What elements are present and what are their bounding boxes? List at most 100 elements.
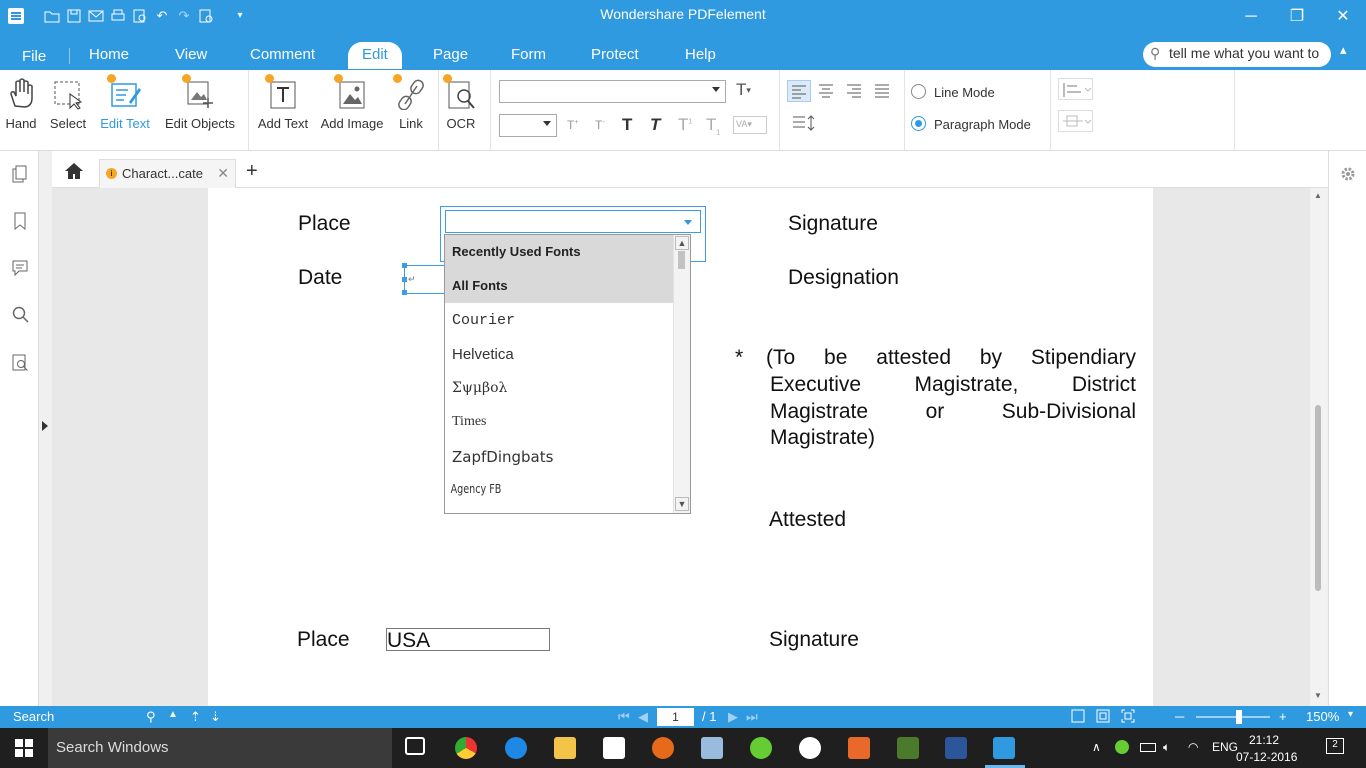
align-left-button[interactable] (787, 80, 811, 102)
subscript-icon[interactable]: T1 (706, 115, 720, 136)
battery-icon[interactable] (1140, 743, 1156, 752)
place-field[interactable]: USA (386, 628, 550, 652)
font-list-scroll-thumb[interactable] (678, 251, 685, 269)
arrow-up-icon[interactable]: ⇡ (190, 709, 201, 725)
page-search-icon[interactable] (10, 353, 30, 373)
paragraph-mode-radio[interactable] (911, 116, 926, 131)
font-name-combo[interactable] (499, 80, 726, 103)
search-icon[interactable]: ⚲ (146, 709, 156, 725)
document-tab[interactable]: i Charact...cate ✕ (99, 159, 236, 188)
resize-handle[interactable] (402, 277, 407, 282)
minimize-icon[interactable]: ─ (1228, 0, 1274, 34)
scroll-up-icon[interactable]: ▲ (675, 236, 689, 250)
menu-file[interactable]: File (22, 48, 46, 65)
bookmark-icon[interactable] (10, 211, 30, 231)
line-spacing-icon[interactable] (791, 113, 825, 135)
chevron-down-icon[interactable] (684, 220, 692, 225)
windows-search-input[interactable]: Search Windows (48, 728, 392, 768)
edit-objects-tool-button[interactable]: Edit Objects (160, 74, 240, 131)
menu-help[interactable]: Help (685, 46, 716, 63)
zoom-dropdown-icon[interactable]: ▾ (1348, 709, 1353, 720)
search-icon[interactable] (10, 305, 30, 325)
add-text-tool-button[interactable]: Add Text (254, 74, 312, 131)
zoom-slider-thumb[interactable] (1236, 710, 1242, 724)
superscript-icon[interactable]: T1 (678, 115, 692, 135)
tray-app-icon[interactable] (1115, 740, 1129, 754)
hp-icon[interactable] (799, 737, 821, 759)
font-dropdown-list[interactable]: Recently Used Fonts All Fonts Courier He… (444, 234, 691, 514)
object-distribute-button[interactable] (1058, 110, 1093, 132)
menu-home[interactable]: Home (89, 46, 129, 63)
hand-tool-button[interactable]: Hand (4, 76, 38, 131)
fit-width-icon[interactable] (1096, 709, 1110, 726)
menu-comment[interactable]: Comment (250, 46, 315, 63)
increase-font-icon[interactable]: T+ (567, 118, 578, 132)
decrease-font-icon[interactable]: T- (595, 118, 605, 132)
pdfelement-icon[interactable] (993, 737, 1015, 759)
android-studio-icon[interactable] (750, 737, 772, 759)
scroll-down-icon[interactable]: ▼ (1314, 691, 1322, 700)
first-page-icon[interactable]: ⏮ (618, 709, 630, 725)
clock-time[interactable]: 21:12 (1249, 733, 1279, 747)
font-option-agency-fb[interactable]: Agency FB (445, 473, 627, 507)
font-option-times[interactable]: Times (445, 405, 673, 439)
zoom-in-icon[interactable]: + (1279, 709, 1287, 724)
clock-date[interactable]: 07-12-2016 (1236, 750, 1297, 764)
zoom-level[interactable]: 150% (1306, 709, 1339, 724)
font-option-courier[interactable]: Courier (445, 303, 673, 337)
font-size-combo[interactable] (499, 114, 557, 137)
restore-icon[interactable]: ❐ (1274, 0, 1320, 34)
thumbnails-icon[interactable] (10, 165, 30, 185)
vertical-scrollbar[interactable]: ▲ ▼ (1310, 188, 1327, 706)
expand-panel-icon[interactable] (40, 419, 50, 439)
font-list-scrollbar[interactable]: ▲ ▼ (673, 235, 690, 513)
dreamweaver-icon[interactable] (897, 737, 919, 759)
edge-icon[interactable] (505, 737, 527, 759)
italic-icon[interactable]: T (650, 115, 660, 135)
menu-view[interactable]: View (175, 46, 207, 63)
link-tool-button[interactable]: Link (393, 74, 428, 131)
menu-form[interactable]: Form (511, 46, 546, 63)
character-spacing-icon[interactable]: VA▾ (733, 116, 767, 134)
scroll-thumb[interactable] (1315, 405, 1321, 591)
next-page-icon[interactable]: ▶ (728, 709, 738, 725)
matlab-icon[interactable] (848, 737, 870, 759)
volume-icon[interactable]: 🔈︎ (1163, 740, 1170, 755)
text-edit-box[interactable]: ↵ (402, 263, 446, 295)
store-icon[interactable] (603, 737, 625, 759)
menu-protect[interactable]: Protect (591, 46, 639, 63)
language-indicator[interactable]: ENG (1212, 740, 1238, 754)
fit-page-icon[interactable] (1121, 709, 1135, 726)
zoom-slider[interactable] (1196, 710, 1270, 724)
page-number-input[interactable]: 1 (657, 708, 694, 726)
status-search-label[interactable]: Search (13, 709, 54, 724)
text-color-icon[interactable]: T▾ (736, 80, 751, 100)
previous-page-icon[interactable]: ◀ (638, 709, 648, 725)
align-right-button[interactable] (843, 80, 867, 102)
font-combo-input[interactable] (445, 210, 701, 233)
single-page-view-icon[interactable] (1071, 709, 1085, 726)
object-align-button[interactable] (1058, 78, 1093, 100)
chrome-icon[interactable] (455, 737, 477, 759)
font-option-zapfdingbats[interactable]: ZapfDingbats (445, 439, 673, 473)
menu-edit[interactable]: Edit (348, 42, 402, 69)
tell-me-search-input[interactable]: ⚲ tell me what you want to (1143, 42, 1331, 67)
edit-text-tool-button[interactable]: Edit Text (96, 74, 154, 131)
scroll-up-icon[interactable]: ▲ (1314, 191, 1322, 200)
ribbon-collapse-icon[interactable]: ▴ (1340, 42, 1347, 58)
close-icon[interactable]: ✕ (1320, 0, 1366, 34)
firefox-icon[interactable] (652, 737, 674, 759)
justify-button[interactable] (871, 80, 895, 102)
tray-chevron-icon[interactable]: ∧ (1092, 740, 1101, 754)
font-option-helvetica[interactable]: Helvetica (445, 337, 673, 371)
line-mode-radio[interactable] (911, 84, 926, 99)
file-explorer-icon[interactable] (554, 737, 576, 759)
arrow-down-icon[interactable]: ⇣ (210, 709, 221, 725)
align-center-button[interactable] (815, 80, 839, 102)
windows-start-icon[interactable] (15, 739, 33, 762)
word-icon[interactable] (945, 737, 967, 759)
comment-icon[interactable] (10, 258, 30, 278)
resize-handle[interactable] (402, 290, 407, 295)
select-tool-button[interactable]: Select (46, 76, 90, 131)
menu-page[interactable]: Page (433, 46, 468, 63)
